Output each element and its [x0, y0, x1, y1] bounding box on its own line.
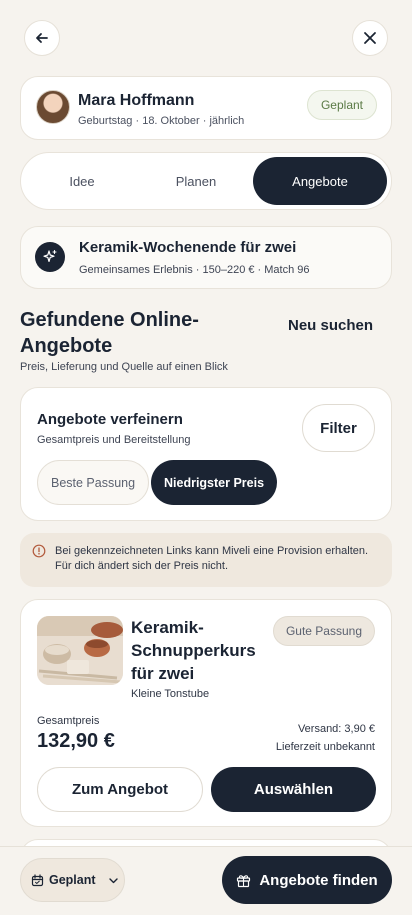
chevron-down-icon — [108, 877, 118, 883]
idea-title: Keramik-Wochenende für zwei — [79, 239, 297, 256]
calendar-icon — [31, 873, 44, 886]
offer-image — [37, 616, 123, 685]
refine-subtitle: Gesamtpreis und Bereitstellung — [37, 434, 191, 446]
chip-best-match[interactable]: Beste Passung — [37, 460, 150, 505]
view-offer-button[interactable]: Zum Angebot — [37, 767, 203, 812]
info-icon — [32, 544, 46, 558]
tab-planen[interactable]: Planen — [139, 157, 253, 205]
find-offers-button[interactable]: Angebote finden — [222, 856, 392, 904]
bottom-bar: Geplant Angebote finden — [0, 846, 412, 915]
tab-bar: Idee Planen Angebote — [20, 152, 392, 210]
page-title: Gefundene Online-Angebote — [20, 309, 199, 357]
idea-meta: Gemeinsames Erlebnis · 150–220 € · Match… — [79, 264, 310, 276]
idea-card[interactable]: Keramik-Wochenende für zwei Gemeinsames … — [20, 226, 392, 289]
status-badge: Geplant — [306, 90, 377, 120]
arrow-left-icon — [36, 33, 48, 43]
offer-price: 132,90 € — [37, 730, 115, 752]
notice-text: Bei gekennzeichneten Links kann Miveli e… — [55, 545, 369, 572]
person-card: Mara Hoffmann Geburtstag · 18. Oktober ·… — [20, 76, 392, 140]
person-name: Mara Hoffmann — [78, 92, 195, 109]
offer-shop: Kleine Tonstube — [131, 688, 210, 700]
price-label: Gesamtpreis — [37, 715, 100, 727]
filter-button[interactable]: Filter — [302, 404, 375, 452]
gift-icon — [237, 874, 251, 887]
tab-idee[interactable]: Idee — [25, 157, 139, 205]
status-select-label: Geplant — [49, 873, 96, 887]
delivery-time: Lieferzeit unbekannt — [275, 741, 375, 753]
person-occasion: Geburtstag · 18. Oktober · jährlich — [78, 115, 245, 127]
affiliate-notice: Bei gekennzeichneten Links kann Miveli e… — [20, 533, 392, 587]
close-icon — [364, 32, 376, 44]
page-subtitle: Preis, Lieferung und Quelle auf einen Bl… — [20, 361, 228, 373]
refine-title: Angebote verfeinern — [37, 411, 183, 428]
close-button[interactable] — [352, 20, 388, 56]
match-badge: Gute Passung — [272, 616, 375, 646]
shipping-cost: Versand: 3,90 € — [297, 723, 375, 735]
avatar — [36, 90, 70, 124]
refine-card: Angebote verfeinern Gesamtpreis und Bere… — [20, 387, 392, 521]
chip-lowest-price[interactable]: Niedrigster Preis — [151, 460, 278, 505]
sparkle-icon — [35, 242, 65, 272]
tab-angebote[interactable]: Angebote — [253, 157, 387, 205]
back-button[interactable] — [24, 20, 60, 56]
find-offers-label: Angebote finden — [259, 871, 378, 889]
select-offer-button[interactable]: Auswählen — [211, 767, 376, 812]
offer-title: Keramik-Schnupperkurs für zwei — [131, 618, 256, 683]
status-select[interactable]: Geplant — [20, 858, 125, 902]
new-search-button[interactable]: Neu suchen — [288, 317, 373, 334]
offer-card: Keramik-Schnupperkurs für zwei Kleine To… — [20, 599, 392, 827]
